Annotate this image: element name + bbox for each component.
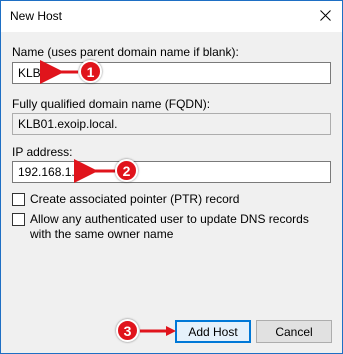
title-bar: New Host bbox=[1, 1, 342, 32]
step-badge-2: 2 bbox=[115, 159, 138, 182]
ip-address-input[interactable] bbox=[12, 161, 331, 183]
cancel-button[interactable]: Cancel bbox=[256, 320, 332, 343]
step-badge-3: 3 bbox=[116, 319, 139, 342]
close-icon bbox=[319, 10, 331, 24]
fqdn-label: Fully qualified domain name (FQDN): bbox=[12, 97, 211, 111]
allow-update-checkbox-row[interactable]: Allow any authenticated user to update D… bbox=[12, 212, 327, 242]
name-label: Name (uses parent domain name if blank): bbox=[12, 45, 239, 59]
ip-label: IP address: bbox=[12, 145, 73, 159]
allow-update-checkbox[interactable] bbox=[12, 213, 25, 226]
ptr-checkbox-label: Create associated pointer (PTR) record bbox=[30, 192, 240, 206]
step-badge-1: 1 bbox=[79, 60, 102, 83]
ptr-checkbox-row[interactable]: Create associated pointer (PTR) record bbox=[12, 192, 332, 207]
dialog-body: Name (uses parent domain name if blank):… bbox=[1, 32, 342, 353]
allow-update-checkbox-label: Allow any authenticated user to update D… bbox=[30, 212, 309, 241]
fqdn-field: KLB01.exoip.local. bbox=[12, 113, 331, 135]
window-title: New Host bbox=[10, 9, 63, 23]
name-input[interactable] bbox=[12, 62, 331, 84]
ptr-checkbox[interactable] bbox=[12, 193, 25, 206]
close-button[interactable] bbox=[314, 6, 336, 28]
add-host-button[interactable]: Add Host bbox=[175, 320, 251, 343]
new-host-dialog: New Host Name (uses parent domain name i… bbox=[0, 0, 343, 354]
